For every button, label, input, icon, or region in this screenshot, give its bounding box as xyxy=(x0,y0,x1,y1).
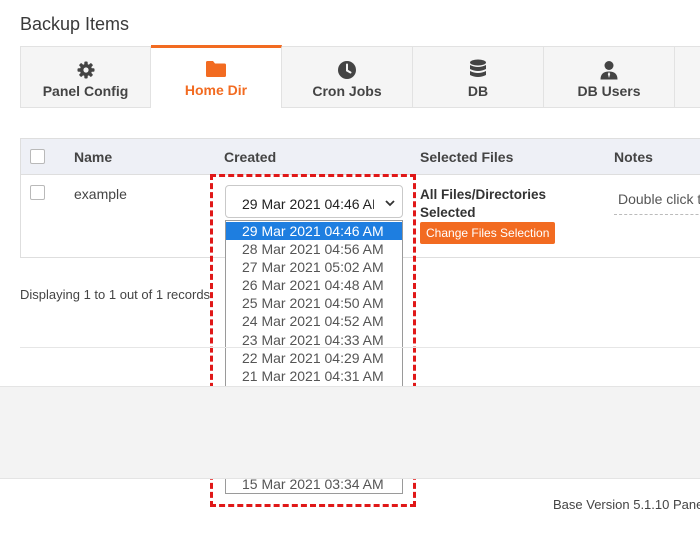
tab-cron-jobs[interactable]: Cron Jobs xyxy=(282,46,413,108)
gear-icon xyxy=(76,60,96,80)
dropdown-option[interactable]: 21 Mar 2021 04:31 AM xyxy=(226,367,402,385)
user-icon xyxy=(599,60,619,80)
tab-label: Panel Config xyxy=(42,83,129,99)
database-icon xyxy=(469,59,487,80)
dropdown-option[interactable]: 23 Mar 2021 04:33 AM xyxy=(226,331,402,349)
column-created: Created xyxy=(224,149,277,165)
version-text: Base Version 5.1.10 Panel xyxy=(553,497,700,512)
page-title: Backup Items xyxy=(20,14,130,34)
tab-label: DB Users xyxy=(577,83,641,99)
dropdown-option[interactable]: 24 Mar 2021 04:52 AM xyxy=(226,312,402,330)
tab-label: Home Dir xyxy=(184,82,248,98)
records-count: Displaying 1 to 1 out of 1 records xyxy=(20,287,211,302)
clock-icon xyxy=(337,60,357,80)
tab-db-users[interactable]: DB Users xyxy=(544,46,675,108)
grid-header: Name Created Selected Files Notes xyxy=(21,139,700,175)
dropdown-option[interactable]: 28 Mar 2021 04:56 AM xyxy=(226,240,402,258)
change-files-selection-button[interactable]: Change Files Selection xyxy=(420,222,556,244)
tab-partial[interactable] xyxy=(675,46,700,108)
row-name: example xyxy=(74,186,127,202)
created-select[interactable]: 29 Mar 2021 04:46 AM xyxy=(225,185,403,218)
row-checkbox[interactable] xyxy=(30,185,45,200)
dropdown-option[interactable]: 29 Mar 2021 04:46 AM xyxy=(226,222,402,241)
dropdown-option[interactable]: 25 Mar 2021 04:50 AM xyxy=(226,294,402,312)
action-band xyxy=(0,386,700,479)
tab-label: Cron Jobs xyxy=(312,83,382,99)
dropdown-option[interactable]: 27 Mar 2021 05:02 AM xyxy=(226,258,402,276)
dropdown-option[interactable]: 22 Mar 2021 04:29 AM xyxy=(226,349,402,367)
column-name: Name xyxy=(74,149,113,165)
folder-icon xyxy=(205,59,227,79)
column-notes: Notes xyxy=(614,149,653,165)
select-all-checkbox[interactable] xyxy=(30,149,45,164)
notes-field[interactable]: Double click to xyxy=(614,185,700,215)
divider xyxy=(20,347,700,348)
created-select-value: 29 Mar 2021 04:46 AM xyxy=(242,196,374,212)
dropdown-option[interactable]: 26 Mar 2021 04:48 AM xyxy=(226,276,402,294)
column-selected-files: Selected Files xyxy=(420,149,514,165)
tab-home-dir[interactable]: Home Dir xyxy=(151,45,282,108)
selected-files-text: All Files/Directories Selected xyxy=(420,187,547,220)
backup-tabs: Panel Config Home Dir Cron Jobs DB DB Us… xyxy=(20,45,700,108)
tab-db[interactable]: DB xyxy=(413,46,544,108)
tab-label: DB xyxy=(467,83,489,99)
chevron-down-icon xyxy=(384,196,396,212)
tab-panel-config[interactable]: Panel Config xyxy=(20,46,151,108)
